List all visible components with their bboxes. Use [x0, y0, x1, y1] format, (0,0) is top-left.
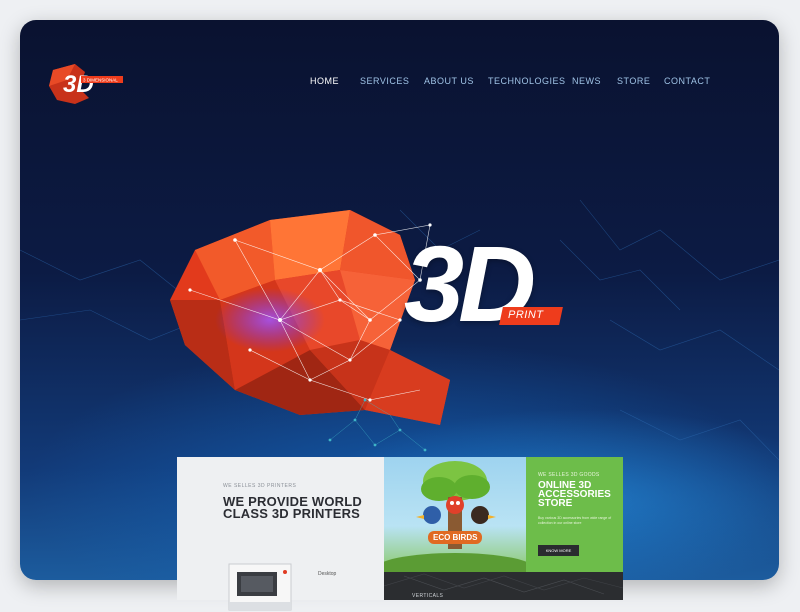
store-desc: Buy various 3D accessories from wide ran…	[538, 516, 612, 525]
nav-item-services[interactable]: SERVICES	[360, 76, 409, 86]
hero-print-label: PRINT	[508, 309, 544, 321]
preview-verticals-panel: VERTICALS	[384, 572, 623, 600]
printers-kicker: WE SELLES 3D PRINTERS	[223, 483, 297, 489]
printers-title: WE PROVIDE WORLD CLASS 3D PRINTERS	[223, 494, 362, 521]
store-kicker: WE SELLES 3D GOODS	[538, 472, 600, 478]
cartoon-birds-tree-icon	[384, 461, 526, 572]
main-nav: HOME SERVICES ABOUT US TECHNOLOGIES NEWS…	[20, 76, 779, 90]
preview-printers-panel: WE SELLES 3D PRINTERS WE PROVIDE WORLD C…	[177, 457, 384, 611]
nav-item-news[interactable]: NEWS	[572, 76, 601, 86]
preview-store-panel: WE SELLES 3D GOODS ONLINE 3D ACCESSORIES…	[526, 457, 623, 572]
store-title: ONLINE 3D ACCESSORIES STORE	[538, 480, 611, 509]
nav-item-home[interactable]: HOME	[310, 76, 339, 86]
nav-item-store[interactable]: STORE	[617, 76, 650, 86]
nav-item-contact[interactable]: CONTACT	[664, 76, 710, 86]
nav-item-about-us[interactable]: ABOUT US	[424, 76, 474, 86]
know-more-button[interactable]: KNOW MORE	[538, 545, 579, 556]
verticals-label: VERTICALS	[412, 593, 444, 599]
nav-item-technologies[interactable]: TECHNOLOGIES	[488, 76, 566, 86]
preview-eco-birds-panel: ECO BIRDS	[384, 457, 526, 572]
printer-label: Desktop	[318, 571, 337, 577]
eco-birds-badge: ECO BIRDS	[433, 533, 478, 542]
3d-printer-icon	[228, 563, 292, 611]
